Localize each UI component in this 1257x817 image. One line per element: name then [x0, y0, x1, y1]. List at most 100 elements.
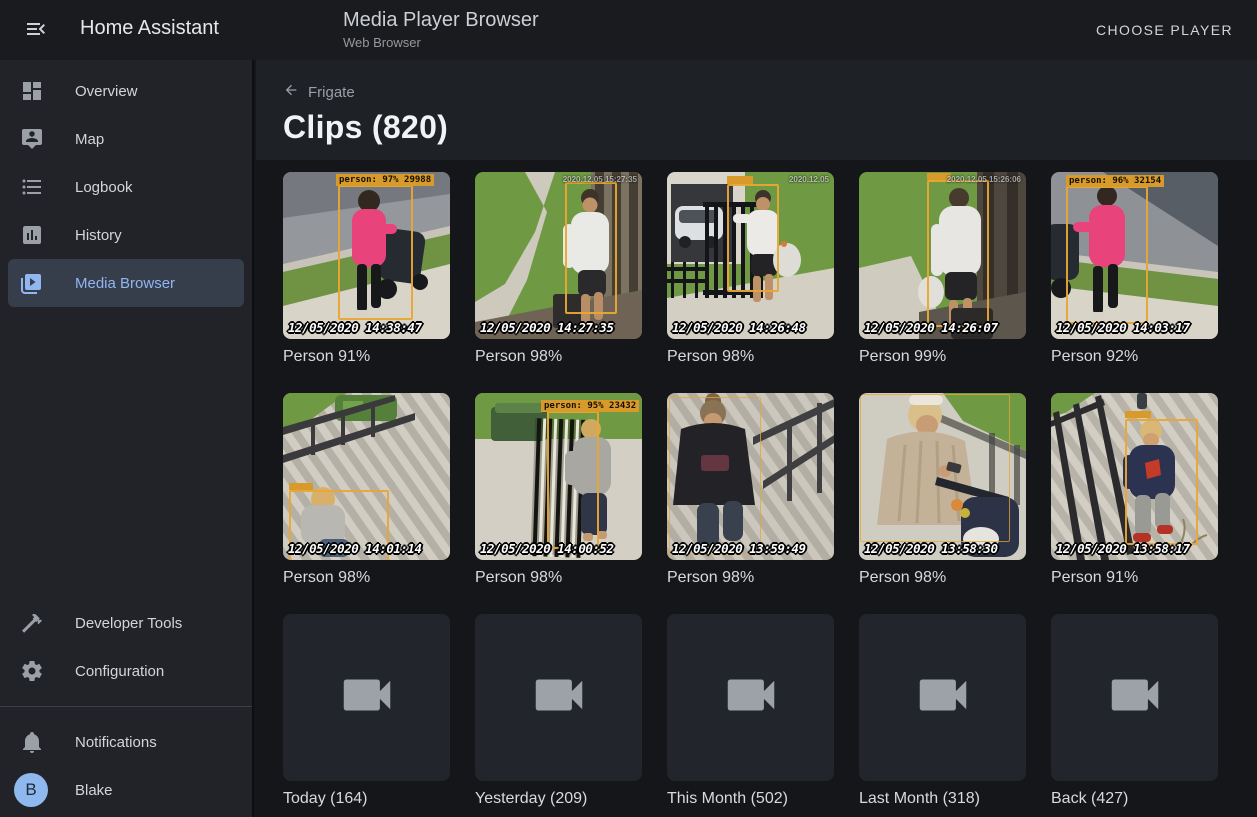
sidebar-divider: [0, 706, 252, 707]
bell-icon: [20, 730, 44, 754]
clip-card[interactable]: person: 97% 29988 12/05/2020 14:38:47 Pe…: [283, 172, 450, 371]
clip-card[interactable]: person: 96% 32154 12/05/2020 14:03:17 Pe…: [1051, 172, 1218, 371]
folder-thumbnail[interactable]: [475, 614, 642, 781]
clip-caption: Person 91%: [1051, 569, 1218, 592]
clip-timestamp: 12/05/2020 13:59:49: [672, 541, 806, 556]
sidebar-toggle-button[interactable]: [12, 6, 60, 54]
sidebar-item-media-browser[interactable]: Media Browser: [8, 259, 244, 307]
sidebar-item-developer-tools[interactable]: Developer Tools: [8, 599, 244, 647]
folder-label: This Month (502): [667, 790, 834, 813]
clip-card[interactable]: 12/05/2020 13:58:30 Person 98%: [859, 393, 1026, 592]
sidebar-item-label: History: [75, 227, 122, 244]
media-browser-panel: Frigate Clips (820): [256, 60, 1257, 817]
clip-caption: Person 98%: [667, 569, 834, 592]
folder-card-yesterday[interactable]: Yesterday (209): [475, 614, 642, 813]
detection-bbox: [860, 394, 1010, 542]
format-list-bulleted-icon: [20, 175, 44, 199]
clip-card[interactable]: 2020.12.05 15:26:06 12/05/2020 14:26:07 …: [859, 172, 1026, 371]
sidebar-item-notifications[interactable]: Notifications: [8, 718, 244, 766]
chart-box-icon: [20, 223, 44, 247]
detection-label: person: 95% 23432: [541, 400, 639, 412]
sidebar-item-label: Overview: [75, 83, 138, 100]
folder-card-this-month[interactable]: This Month (502): [667, 614, 834, 813]
arrow-left-icon: [283, 82, 299, 102]
clip-thumbnail[interactable]: person: 96% 32154 12/05/2020 14:03:17: [1051, 172, 1218, 339]
clip-timestamp: 12/05/2020 14:38:47: [288, 320, 422, 335]
detection-bbox: [547, 411, 599, 549]
hammer-icon: [20, 611, 44, 635]
sidebar-item-overview[interactable]: Overview: [8, 67, 244, 115]
folder-card-back[interactable]: Back (427): [1051, 614, 1218, 813]
detection-bbox: [927, 180, 989, 327]
folder-card-today[interactable]: Today (164): [283, 614, 450, 813]
clip-thumbnail[interactable]: 12/05/2020 13:58:30: [859, 393, 1026, 560]
clip-caption: Person 98%: [475, 348, 642, 371]
clip-card[interactable]: 12/05/2020 13:58:17 Person 91%: [1051, 393, 1218, 592]
content-header: Frigate Clips (820): [256, 60, 1257, 160]
camera-osd-timestamp: 2020.12.05 15:27:35: [563, 175, 637, 184]
detection-label: person: 96% 32154: [1066, 175, 1164, 187]
clip-caption: Person 99%: [859, 348, 1026, 371]
detection-bbox: [1125, 419, 1198, 545]
sidebar-item-logbook[interactable]: Logbook: [8, 163, 244, 211]
clip-timestamp: 12/05/2020 14:27:35: [480, 320, 614, 335]
sidebar-item-user[interactable]: B Blake: [8, 766, 244, 814]
sidebar-item-label: Logbook: [75, 179, 133, 196]
folder-thumbnail[interactable]: [283, 614, 450, 781]
sidebar-item-label: Map: [75, 131, 104, 148]
app-title: Home Assistant: [80, 17, 219, 40]
choose-player-button[interactable]: CHOOSE PLAYER: [1088, 14, 1241, 46]
sidebar-bottom-group: Developer Tools Configuration Notificati…: [0, 599, 252, 814]
media-grid: person: 97% 29988 12/05/2020 14:38:47 Pe…: [256, 160, 1257, 813]
clip-thumbnail[interactable]: 2020.12.05 12/05/2020 14:26:48: [667, 172, 834, 339]
clip-card[interactable]: person: 95% 23432 12/05/2020 14:00:52 Pe…: [475, 393, 642, 592]
detection-bbox: [1066, 186, 1148, 324]
sidebar-item-label: Notifications: [75, 734, 157, 751]
clip-timestamp: 12/05/2020 14:01:14: [288, 541, 422, 556]
clip-thumbnail[interactable]: 2020.12.05 15:27:35 12/05/2020 14:27:35: [475, 172, 642, 339]
clip-thumbnail[interactable]: 12/05/2020 14:01:14: [283, 393, 450, 560]
clip-thumbnail[interactable]: 2020.12.05 15:26:06 12/05/2020 14:26:07: [859, 172, 1026, 339]
detection-label: person: 97% 29988: [336, 174, 434, 186]
clip-timestamp: 12/05/2020 14:00:52: [480, 541, 614, 556]
detection-bbox: [727, 184, 779, 292]
clip-thumbnail[interactable]: person: 97% 29988 12/05/2020 14:38:47: [283, 172, 450, 339]
detection-bbox: [669, 397, 761, 555]
breadcrumb-label: Frigate: [308, 84, 355, 101]
clip-thumbnail[interactable]: 12/05/2020 13:59:49: [667, 393, 834, 560]
clip-caption: Person 98%: [859, 569, 1026, 592]
breadcrumb-back[interactable]: Frigate: [283, 82, 355, 102]
clip-thumbnail[interactable]: 12/05/2020 13:58:17: [1051, 393, 1218, 560]
sidebar-top-group: Overview Map Logbook History Media Brows…: [0, 67, 252, 307]
video-icon: [720, 664, 782, 731]
menu-open-icon: [24, 17, 48, 44]
folder-thumbnail[interactable]: [667, 614, 834, 781]
folder-thumbnail[interactable]: [1051, 614, 1218, 781]
sidebar: Overview Map Logbook History Media Brows…: [0, 60, 254, 817]
video-icon: [1104, 664, 1166, 731]
clip-card[interactable]: 12/05/2020 14:01:14 Person 98%: [283, 393, 450, 592]
page-title: Clips (820): [283, 109, 1257, 146]
sidebar-item-map[interactable]: Map: [8, 115, 244, 163]
folder-card-last-month[interactable]: Last Month (318): [859, 614, 1026, 813]
clip-timestamp: 12/05/2020 14:26:48: [672, 320, 806, 335]
sidebar-item-history[interactable]: History: [8, 211, 244, 259]
view-dashboard-icon: [20, 79, 44, 103]
clip-thumbnail[interactable]: person: 95% 23432 12/05/2020 14:00:52: [475, 393, 642, 560]
clip-card[interactable]: 2020.12.05 12/05/2020 14:26:48 Person 98…: [667, 172, 834, 371]
video-icon: [528, 664, 590, 731]
folder-thumbnail[interactable]: [859, 614, 1026, 781]
sidebar-item-configuration[interactable]: Configuration: [8, 647, 244, 695]
panel-header: Media Player Browser Web Browser: [343, 9, 539, 50]
sidebar-item-label: Configuration: [75, 663, 164, 680]
clip-timestamp: 12/05/2020 14:03:17: [1056, 320, 1190, 335]
video-icon: [912, 664, 974, 731]
clip-caption: Person 98%: [283, 569, 450, 592]
clip-card[interactable]: 12/05/2020 13:59:49 Person 98%: [667, 393, 834, 592]
camera-osd-timestamp: 2020.12.05 15:26:06: [947, 175, 1021, 184]
clip-card[interactable]: 2020.12.05 15:27:35 12/05/2020 14:27:35 …: [475, 172, 642, 371]
play-box-multiple-icon: [20, 271, 44, 295]
camera-osd-timestamp: 2020.12.05: [789, 175, 829, 184]
clip-caption: Person 98%: [667, 348, 834, 371]
folder-label: Yesterday (209): [475, 790, 642, 813]
